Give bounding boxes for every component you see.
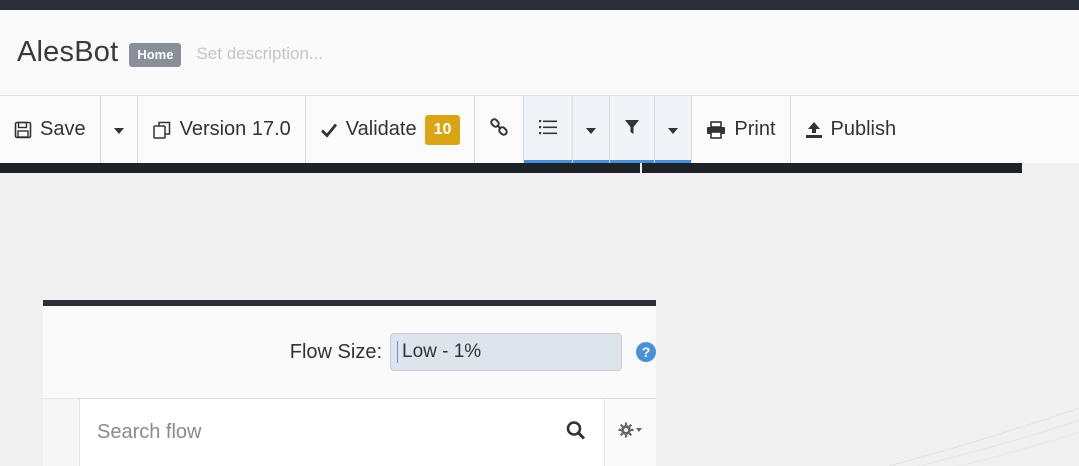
text-cursor [397, 341, 398, 363]
search-row [43, 398, 656, 466]
top-header-clip: AlesBot Home Set description... Save Ver… [0, 0, 1079, 175]
print-button[interactable]: Print [692, 96, 791, 163]
flow-title-row: AlesBot Home Set description... [0, 10, 1079, 95]
version-button[interactable]: Version 17.0 [138, 96, 306, 163]
toolbar: Save Version 17.0 Validate 10 Print Publ… [0, 95, 1079, 163]
divider-bar [0, 163, 640, 173]
outline-dropdown-button[interactable] [573, 96, 611, 163]
save-button[interactable]: Save [0, 96, 101, 163]
top-dark-strip [0, 0, 1079, 10]
publish-label: Publish [830, 118, 897, 140]
save-dropdown-button[interactable] [101, 96, 138, 163]
home-badge: Home [129, 42, 182, 67]
save-label: Save [40, 118, 86, 140]
list-icon [538, 118, 558, 142]
divider-bar [642, 163, 1022, 173]
decorative-arcs [888, 407, 1079, 466]
caret-down-icon [113, 118, 125, 141]
caret-down-icon [667, 118, 679, 141]
validate-label: Validate [345, 118, 417, 140]
upload-icon [805, 121, 823, 139]
search-icon[interactable] [566, 420, 586, 445]
caret-down-icon [585, 118, 597, 141]
gear-icon [618, 422, 644, 443]
link-icon [489, 117, 509, 143]
flow-size-label: Flow Size: [289, 340, 382, 363]
search-gutter [43, 399, 80, 466]
link-button[interactable] [475, 96, 525, 163]
check-icon [320, 122, 338, 138]
filter-button[interactable] [610, 96, 656, 163]
outline-view-button[interactable] [524, 96, 574, 163]
help-icon[interactable]: ? [636, 342, 656, 362]
flow-size-row: Flow Size: Low - 1% ? [43, 306, 656, 398]
flow-size-value: Low - 1% [402, 341, 482, 362]
validate-count-badge: 10 [424, 114, 461, 145]
copy-icon [152, 120, 172, 140]
version-label: Version 17.0 [179, 118, 291, 140]
save-icon [14, 121, 32, 139]
flow-panel-clip: Flow Size: Low - 1% ? [43, 300, 656, 466]
settings-dropdown-button[interactable] [604, 399, 656, 466]
filter-dropdown-button[interactable] [655, 96, 693, 163]
search-flow-input[interactable] [97, 421, 537, 444]
validate-button[interactable]: Validate 10 [306, 96, 476, 163]
description-field[interactable]: Set description... [196, 44, 323, 64]
publish-button[interactable]: Publish [791, 96, 911, 163]
flow-title[interactable]: AlesBot [17, 36, 118, 69]
search-wrapper [80, 399, 604, 466]
print-label: Print [734, 118, 776, 140]
print-icon [706, 120, 726, 139]
flow-size-field: Low - 1% [390, 333, 622, 371]
filter-icon [624, 118, 640, 141]
